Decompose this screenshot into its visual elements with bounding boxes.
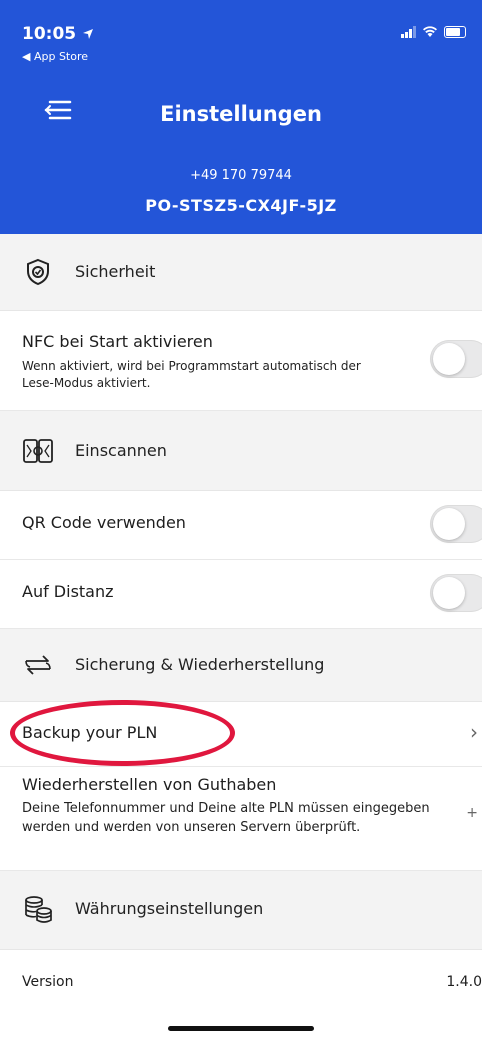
signal-icon <box>401 26 416 38</box>
back-to-app-store[interactable]: ◀ App Store <box>22 50 88 63</box>
location-arrow-icon <box>83 29 94 39</box>
section-currency[interactable]: Währungseinstellungen <box>0 871 482 950</box>
toggle-knob <box>433 343 465 375</box>
wifi-icon <box>423 26 437 37</box>
battery-icon <box>444 26 466 38</box>
restore-title: Wiederherstellen von Guthaben <box>22 775 277 794</box>
section-backup-label: Sicherung & Wiederherstellung <box>75 655 325 674</box>
distance-setting-row: Auf Distanz <box>0 560 482 629</box>
phone-number: +49 170 79744 <box>190 168 292 183</box>
chevron-right-icon: + <box>466 805 478 821</box>
distance-toggle[interactable] <box>430 574 482 612</box>
highlight-circle <box>10 700 235 766</box>
page-title: Einstellungen <box>160 102 322 126</box>
chevron-right-icon: › <box>470 720 478 744</box>
shield-icon <box>22 256 54 288</box>
qr-toggle[interactable] <box>430 505 482 543</box>
section-security-label: Sicherheit <box>75 262 156 281</box>
account-code: PO-STSZ5-CX4JF-5JZ <box>145 196 337 215</box>
section-backup: Sicherung & Wiederherstellung <box>0 629 482 702</box>
nfc-toggle[interactable] <box>430 340 482 378</box>
coins-icon <box>22 893 54 925</box>
toggle-knob <box>433 508 465 540</box>
qr-title: QR Code verwenden <box>22 513 186 532</box>
status-icons <box>401 26 466 38</box>
scan-icon <box>22 435 54 467</box>
section-scan: Einscannen <box>0 411 482 491</box>
section-currency-label: Währungseinstellungen <box>75 899 264 918</box>
distance-title: Auf Distanz <box>22 582 114 601</box>
home-indicator[interactable] <box>168 1026 314 1031</box>
restore-description: Deine Telefonnummer und Deine alte PLN m… <box>22 801 430 835</box>
nfc-setting-row: NFC bei Start aktivieren Wenn aktiviert,… <box>0 311 482 411</box>
app-header: 10:05 ◀ App Store Einstellungen +49 170 … <box>0 0 482 234</box>
sync-icon <box>22 649 54 681</box>
status-time: 10:05 <box>22 24 94 44</box>
nfc-description: Wenn aktiviert, wird bei Programmstart a… <box>22 359 361 390</box>
section-security: Sicherheit <box>0 234 482 311</box>
version-row: Version 1.4.0 <box>0 950 482 1020</box>
restore-balance-row[interactable]: Wiederherstellen von Guthaben Deine Tele… <box>0 767 482 871</box>
version-label: Version <box>22 974 74 990</box>
nfc-title: NFC bei Start aktivieren <box>22 332 213 351</box>
qr-setting-row: QR Code verwenden <box>0 491 482 560</box>
toggle-knob <box>433 577 465 609</box>
section-scan-label: Einscannen <box>75 441 167 460</box>
version-value: 1.4.0 <box>446 974 482 990</box>
